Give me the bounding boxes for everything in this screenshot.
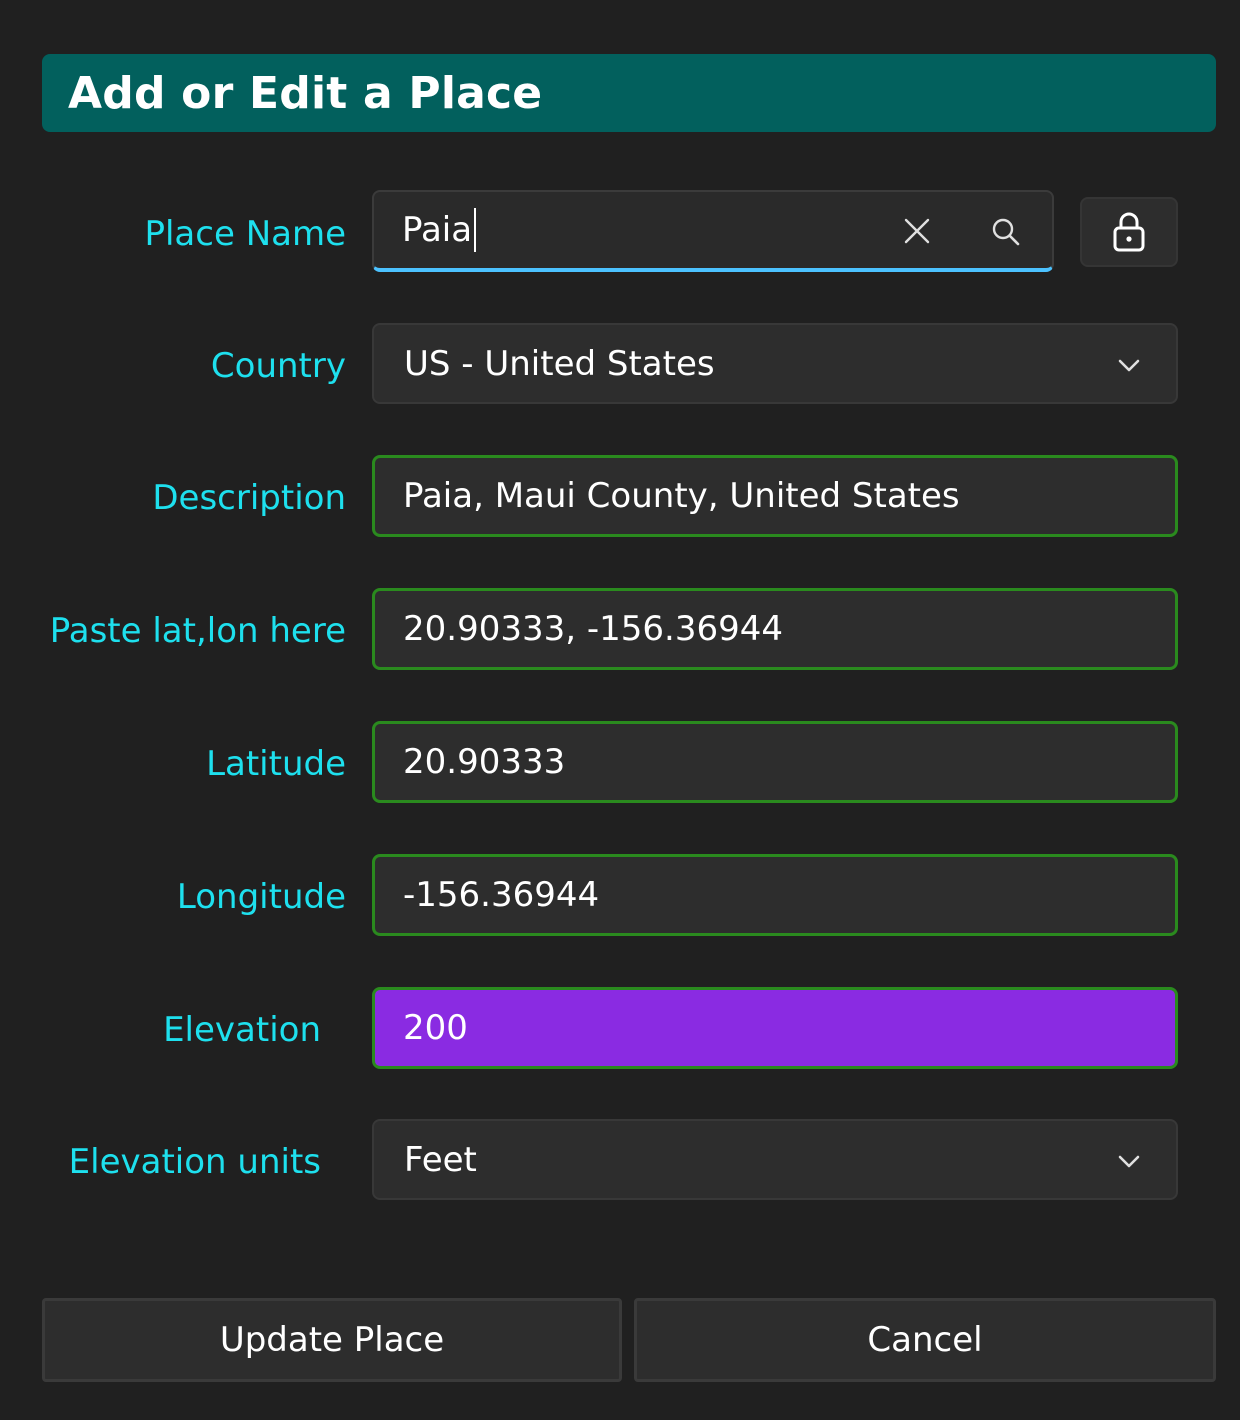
paste-latlon-label: Paste lat,lon here <box>49 611 346 651</box>
chevron-down-icon <box>1118 1155 1140 1168</box>
update-place-button[interactable]: Update Place <box>42 1298 622 1382</box>
place-name-value: Paia <box>402 210 473 250</box>
elevation-units-value: Feet <box>404 1139 477 1180</box>
country-select[interactable]: US - United States <box>372 323 1178 404</box>
longitude-value: -156.36944 <box>403 875 600 915</box>
elevation-value: 200 <box>403 1008 468 1048</box>
elevation-label: Elevation <box>163 1010 321 1050</box>
paste-latlon-value: 20.90333, -156.36944 <box>403 609 783 649</box>
dialog-title-bar: Add or Edit a Place <box>42 54 1216 132</box>
add-edit-place-dialog: Add or Edit a Place Place Name Paia Coun… <box>0 0 1240 1420</box>
text-caret <box>474 208 477 252</box>
close-icon[interactable] <box>902 216 932 246</box>
latitude-value: 20.90333 <box>403 742 566 782</box>
description-label: Description <box>152 478 346 518</box>
lock-button[interactable] <box>1080 197 1178 267</box>
description-value: Paia, Maui County, United States <box>403 476 960 516</box>
chevron-down-icon <box>1118 359 1140 372</box>
description-input[interactable]: Paia, Maui County, United States <box>372 455 1178 537</box>
latitude-input[interactable]: 20.90333 <box>372 721 1178 803</box>
dialog-title: Add or Edit a Place <box>68 67 543 119</box>
place-name-label: Place Name <box>144 214 346 254</box>
search-icon[interactable] <box>990 216 1022 248</box>
latitude-label: Latitude <box>206 744 346 784</box>
country-value: US - United States <box>404 343 715 384</box>
longitude-label: Longitude <box>176 877 346 917</box>
place-name-input[interactable]: Paia <box>402 208 477 252</box>
place-name-search-box[interactable]: Paia <box>372 190 1054 272</box>
longitude-input[interactable]: -156.36944 <box>372 854 1178 936</box>
country-label: Country <box>210 346 346 386</box>
cancel-button[interactable]: Cancel <box>634 1298 1216 1382</box>
elevation-units-label: Elevation units <box>68 1142 321 1182</box>
lock-icon <box>1113 212 1145 252</box>
paste-latlon-input[interactable]: 20.90333, -156.36944 <box>372 588 1178 670</box>
elevation-units-select[interactable]: Feet <box>372 1119 1178 1200</box>
elevation-input[interactable]: 200 <box>372 987 1178 1069</box>
